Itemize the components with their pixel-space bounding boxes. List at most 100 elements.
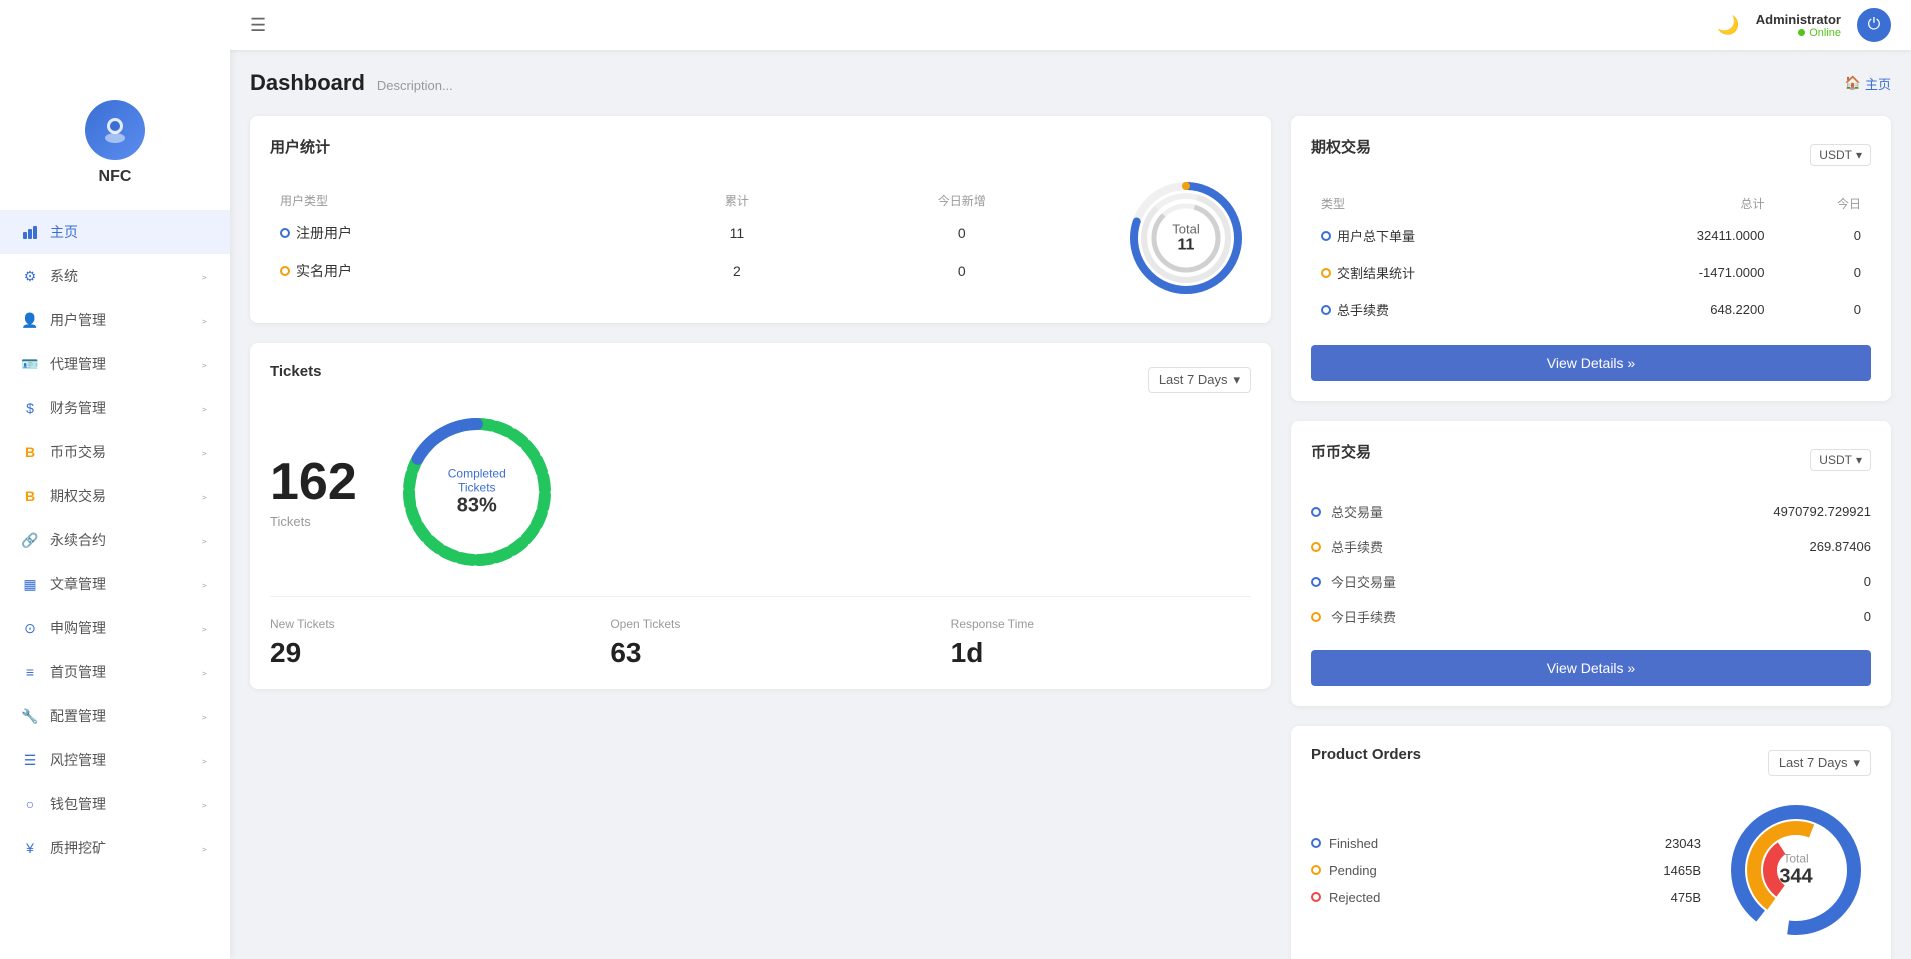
new-tickets-value: 29 (270, 637, 570, 669)
coin-trade-icon: B (20, 444, 40, 460)
sidebar-item-options-trade[interactable]: B 期权交易 ﹥ (0, 474, 230, 518)
sidebar-item-finance-mgmt[interactable]: $ 财务管理 ﹥ (0, 386, 230, 430)
user-type-registered: 注册用户 (272, 215, 649, 251)
page-content: Dashboard Description... 🏠 主页 用户统计 (230, 50, 1911, 959)
tickets-number-wrap: 162 Tickets (270, 456, 357, 529)
rejected-dot (1311, 892, 1321, 902)
perpetual-icon: 🔗 (20, 532, 40, 549)
list-item: Pending 1465B (1311, 857, 1701, 884)
ft-col-total: 总计 (1575, 191, 1773, 216)
ft-row2-type: 交割结果统计 (1313, 255, 1573, 290)
pledge-mining-icon: ¥ (20, 840, 40, 856)
coin-trade-label: 币币交易 (50, 442, 199, 462)
col-user-type: 用户类型 (272, 188, 649, 213)
sidebar-item-risk-mgmt[interactable]: ☰ 风控管理 ﹥ (0, 738, 230, 782)
rejected-value: 475B (1671, 890, 1701, 905)
topbar: ☰ 🌙 Administrator Online ⏻ (230, 0, 1911, 50)
dark-mode-icon[interactable]: 🌙 (1717, 15, 1739, 36)
coin-exchange-rows: 总交易量 4970792.729921 总手续费 269.87406 今日交易量 (1311, 494, 1871, 634)
perpetual-arrow: ﹥ (199, 532, 210, 548)
tickets-period-select[interactable]: Last 7 Days ▾ (1148, 367, 1251, 393)
status-dot-icon (1798, 29, 1805, 36)
registered-dot (280, 228, 290, 238)
page-title: Dashboard (250, 70, 365, 96)
coin-row-dot-4 (1311, 612, 1321, 622)
po-total-value: 344 (1779, 866, 1812, 889)
finished-value: 23043 (1665, 836, 1701, 851)
finance-mgmt-arrow: ﹥ (199, 400, 210, 416)
sidebar-item-wallet-mgmt[interactable]: ○ 钱包管理 ﹥ (0, 782, 230, 826)
coin-view-details-button[interactable]: View Details » (1311, 650, 1871, 686)
config-mgmt-arrow: ﹥ (199, 708, 210, 724)
finance-mgmt-label: 财务管理 (50, 398, 199, 418)
ft-row2-total: -1471.0000 (1575, 255, 1773, 290)
futures-currency-select[interactable]: USDT ▾ (1810, 144, 1871, 166)
sidebar-item-home-mgmt[interactable]: ≡ 首页管理 ﹥ (0, 650, 230, 694)
sidebar: NFC 主页 ⚙ 系统 ﹥ 👤 用户管理 ﹥ 🪪 代理管理 (0, 0, 230, 959)
list-item: 今日交易量 0 (1311, 564, 1871, 599)
po-total-label: Total (1779, 852, 1812, 866)
config-mgmt-label: 配置管理 (50, 706, 199, 726)
sidebar-item-config-mgmt[interactable]: 🔧 配置管理 ﹥ (0, 694, 230, 738)
futures-trade-card: 期权交易 USDT ▾ 类型 总计 今日 (1291, 116, 1891, 401)
sidebar-item-user-mgmt[interactable]: 👤 用户管理 ﹥ (0, 298, 230, 342)
product-orders-content: Finished 23043 Pending 1465B (1311, 795, 1871, 945)
breadcrumb-home[interactable]: 🏠 主页 (1845, 74, 1891, 93)
product-orders-title: Product Orders (1311, 746, 1421, 763)
verified-cumulative: 2 (651, 253, 822, 289)
sidebar-item-agent-mgmt[interactable]: 🪪 代理管理 ﹥ (0, 342, 230, 386)
risk-mgmt-arrow: ﹥ (199, 752, 210, 768)
sidebar-item-purchase-mgmt[interactable]: ⊙ 申购管理 ﹥ (0, 606, 230, 650)
ft-col-type: 类型 (1313, 191, 1573, 216)
user-type-verified: 实名用户 (272, 253, 649, 289)
completed-percentage: 83% (437, 495, 517, 518)
tickets-header: Tickets Last 7 Days ▾ (270, 363, 1251, 396)
sidebar-item-home[interactable]: 主页 (0, 210, 230, 254)
product-orders-card: Product Orders Last 7 Days ▾ Finished (1291, 726, 1891, 959)
topbar-right: 🌙 Administrator Online ⏻ (1717, 8, 1891, 42)
coin-chevron-icon: ▾ (1856, 453, 1862, 467)
tickets-title: Tickets (270, 363, 321, 380)
coin-row-label-1: 总交易量 (1331, 502, 1763, 521)
col-cumulative: 累计 (651, 188, 822, 213)
topbar-user-info: Administrator Online (1756, 12, 1841, 39)
list-item: Finished 23043 (1311, 830, 1701, 857)
coin-exchange-card: 币币交易 USDT ▾ 总交易量 4970792.729921 (1291, 421, 1891, 706)
pending-label: Pending (1329, 863, 1655, 878)
new-tickets-label: New Tickets (270, 617, 570, 631)
verified-dot (280, 266, 290, 276)
sidebar-item-perpetual[interactable]: 🔗 永续合约 ﹥ (0, 518, 230, 562)
home-nav-label: 主页 (50, 222, 210, 242)
futures-view-details-button[interactable]: View Details » (1311, 345, 1871, 381)
user-mgmt-arrow: ﹥ (199, 312, 210, 328)
tickets-donut: Completed Tickets 83% (397, 412, 557, 572)
open-tickets-label: Open Tickets (610, 617, 910, 631)
home-mgmt-arrow: ﹥ (199, 664, 210, 680)
table-row: 注册用户 11 0 (272, 215, 1099, 251)
registered-cumulative: 11 (651, 215, 822, 251)
risk-mgmt-icon: ☰ (20, 752, 40, 769)
product-orders-period-select[interactable]: Last 7 Days ▾ (1768, 750, 1871, 776)
user-stats-table: 用户类型 累计 今日新增 (270, 186, 1101, 291)
response-time-stat: Response Time 1d (951, 617, 1251, 669)
coin-row-value-2: 269.87406 (1810, 539, 1871, 554)
tickets-card: Tickets Last 7 Days ▾ 162 Tickets (250, 343, 1271, 689)
product-orders-donut-center: Total 344 (1779, 852, 1812, 889)
sidebar-item-pledge-mining[interactable]: ¥ 质押挖矿 ﹥ (0, 826, 230, 870)
power-button[interactable]: ⏻ (1857, 8, 1891, 42)
sidebar-item-article-mgmt[interactable]: ▦ 文章管理 ﹥ (0, 562, 230, 606)
coin-exchange-title: 币币交易 (1311, 441, 1371, 462)
total-value: 11 (1172, 237, 1199, 255)
wallet-mgmt-label: 钱包管理 (50, 794, 199, 814)
sidebar-item-coin-trade[interactable]: B 币币交易 ﹥ (0, 430, 230, 474)
chevron-down-icon: ▾ (1233, 372, 1240, 388)
sidebar-item-system[interactable]: ⚙ 系统 ﹥ (0, 254, 230, 298)
coin-row-dot-1 (1311, 507, 1321, 517)
coin-currency-select[interactable]: USDT ▾ (1810, 449, 1871, 471)
ft-row1-total: 32411.0000 (1575, 218, 1773, 253)
article-mgmt-label: 文章管理 (50, 574, 199, 594)
tickets-period-label: Last 7 Days (1159, 372, 1228, 387)
user-stats-donut: Total 11 (1121, 173, 1251, 303)
hamburger-icon[interactable]: ☰ (250, 15, 266, 36)
app-container: NFC 主页 ⚙ 系统 ﹥ 👤 用户管理 ﹥ 🪪 代理管理 (0, 0, 1911, 959)
